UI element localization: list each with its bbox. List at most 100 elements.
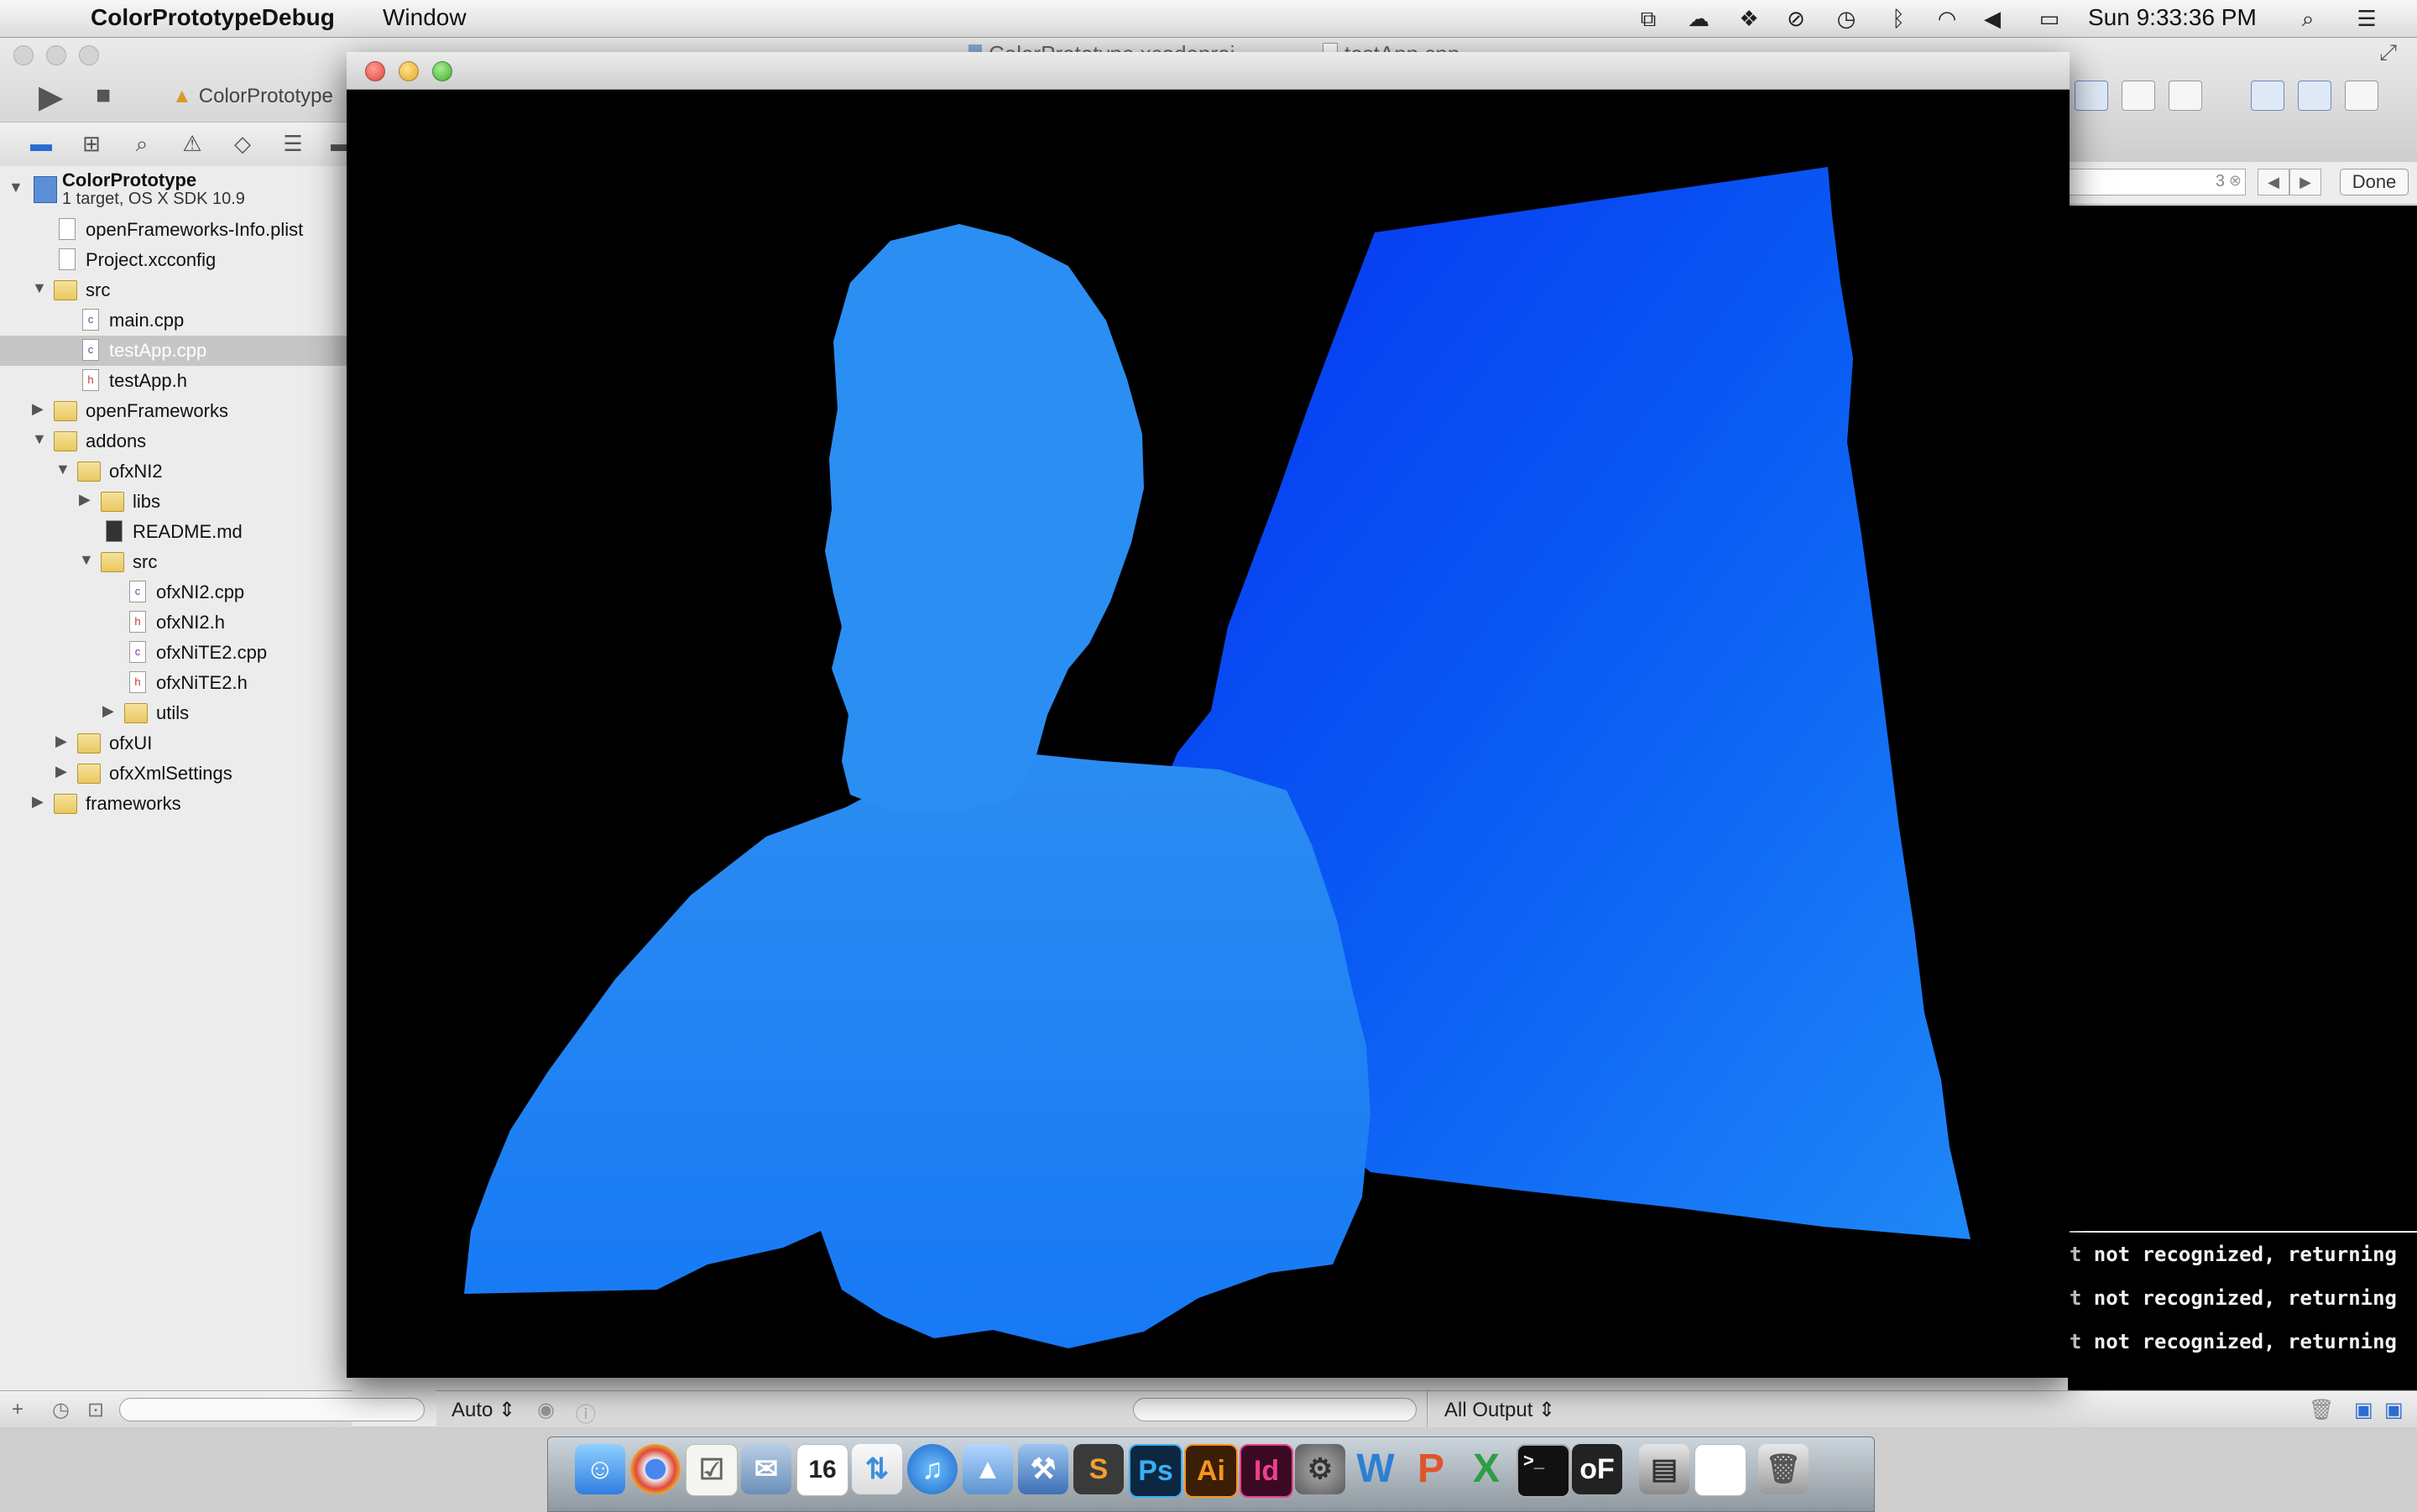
- file-row[interactable]: openFrameworks-Info.plist: [0, 215, 352, 245]
- word-dock-icon[interactable]: W: [1350, 1444, 1401, 1494]
- file-row-selected[interactable]: c testApp.cpp: [0, 336, 352, 366]
- group-row[interactable]: ▼ ofxNI2: [0, 456, 352, 487]
- system-preferences-dock-icon[interactable]: ⚙: [1295, 1444, 1345, 1494]
- version-editor-button[interactable]: [2169, 81, 2202, 111]
- file-row[interactable]: c main.cpp: [0, 305, 352, 336]
- creative-cloud-icon[interactable]: ☁: [1687, 7, 1710, 30]
- finder-dock-icon[interactable]: ☺: [575, 1444, 625, 1494]
- openframeworks-debug-dock-icon[interactable]: oF: [1572, 1444, 1622, 1494]
- screen-capture-icon[interactable]: ⧉: [1637, 7, 1660, 30]
- standard-editor-button[interactable]: [2075, 81, 2108, 111]
- scanner-dock-icon[interactable]: ▤: [1639, 1444, 1689, 1494]
- find-input[interactable]: 3 ⊗: [2068, 169, 2246, 196]
- navigator-filter-input[interactable]: [119, 1398, 425, 1421]
- fullscreen-icon[interactable]: ⤢: [2379, 39, 2397, 66]
- disclosure-closed-icon[interactable]: ▶: [102, 703, 117, 718]
- clear-console-icon[interactable]: 🗑: [2309, 1398, 2334, 1422]
- issue-navigator-icon[interactable]: ⚠: [180, 131, 205, 156]
- disclosure-open-icon[interactable]: ▼: [32, 431, 47, 446]
- toggle-debug-area-button[interactable]: [2298, 81, 2331, 111]
- reminders-dock-icon[interactable]: ☑: [686, 1444, 738, 1496]
- group-row[interactable]: ▶ ofxXmlSettings: [0, 759, 352, 789]
- recent-files-icon[interactable]: ◷: [52, 1398, 70, 1422]
- calendar-dock-icon[interactable]: 16: [796, 1444, 848, 1496]
- debug-console[interactable]: rmat not recognized, returning rmat not …: [2033, 1231, 2417, 1392]
- file-row[interactable]: c ofxNiTE2.cpp: [0, 638, 352, 668]
- symbol-navigator-icon[interactable]: ⊞: [79, 131, 104, 156]
- scheme-selector[interactable]: ▲ ColorPrototype: [172, 85, 333, 108]
- print-description-icon[interactable]: ⓘ: [576, 1398, 596, 1427]
- wifi-icon[interactable]: ◠: [1935, 7, 1959, 30]
- group-row[interactable]: ▼ src: [0, 275, 352, 305]
- group-row[interactable]: ▶ utils: [0, 698, 352, 728]
- find-navigator-icon[interactable]: ⌕: [129, 131, 154, 156]
- group-row[interactable]: ▼ src: [0, 547, 352, 577]
- app-minimize-button[interactable]: [399, 61, 419, 81]
- volume-icon[interactable]: ◀: [1981, 7, 2004, 30]
- xcode-close-button[interactable]: [13, 45, 34, 65]
- terminal-dock-icon[interactable]: >_: [1516, 1444, 1570, 1498]
- find-previous-button[interactable]: ◀: [2258, 169, 2289, 196]
- dropbox-icon[interactable]: ❖: [1737, 7, 1761, 30]
- group-row[interactable]: ▶ frameworks: [0, 789, 352, 819]
- disclosure-closed-icon[interactable]: ▶: [32, 794, 47, 809]
- keynote-dock-icon[interactable]: ▲: [963, 1444, 1013, 1494]
- toggle-utilities-button[interactable]: [2345, 81, 2378, 111]
- depth-point-cloud-view[interactable]: [347, 90, 2070, 1378]
- stop-button[interactable]: ■: [96, 81, 111, 110]
- project-root[interactable]: ▼ ColorPrototype 1 target, OS X SDK 10.9: [0, 166, 352, 216]
- variables-filter-input[interactable]: [1133, 1398, 1417, 1421]
- run-button[interactable]: ▶: [39, 78, 63, 116]
- unsaved-files-icon[interactable]: ⊡: [87, 1398, 104, 1422]
- find-next-button[interactable]: ▶: [2289, 169, 2321, 196]
- show-variables-view-icon[interactable]: ▣: [2354, 1398, 2373, 1422]
- disclosure-open-icon[interactable]: ▼: [55, 461, 70, 477]
- xcode-zoom-button[interactable]: [79, 45, 99, 65]
- quick-look-icon[interactable]: ◉: [537, 1398, 555, 1422]
- transmit-dock-icon[interactable]: ⇅: [852, 1444, 902, 1494]
- window-menu[interactable]: Window: [383, 4, 467, 31]
- file-row[interactable]: h ofxNI2.h: [0, 607, 352, 638]
- code-editor[interactable]: [2068, 206, 2417, 1231]
- notification-center-icon[interactable]: ☰: [2355, 7, 2378, 30]
- group-row[interactable]: ▶ ofxUI: [0, 728, 352, 759]
- sublime-dock-icon[interactable]: S: [1073, 1444, 1124, 1494]
- xcode-dock-icon[interactable]: ⚒: [1018, 1444, 1068, 1494]
- disclosure-closed-icon[interactable]: ▶: [79, 492, 94, 507]
- app-menu[interactable]: ColorPrototypeDebug: [91, 4, 335, 31]
- file-row[interactable]: README.md: [0, 517, 352, 547]
- clear-search-icon[interactable]: ⊗: [2229, 172, 2242, 190]
- powerpoint-dock-icon[interactable]: P: [1406, 1444, 1456, 1494]
- document-dock-icon[interactable]: [1694, 1444, 1746, 1496]
- group-row[interactable]: ▼ addons: [0, 426, 352, 456]
- menu-clock[interactable]: Sun 9:33:36 PM: [2088, 4, 2257, 31]
- group-row[interactable]: ▶ openFrameworks: [0, 396, 352, 426]
- file-row[interactable]: h ofxNiTE2.h: [0, 668, 352, 698]
- assistant-editor-button[interactable]: [2122, 81, 2155, 111]
- app-close-button[interactable]: [365, 61, 385, 81]
- output-mode-select[interactable]: All Output ⇕: [1444, 1398, 1555, 1422]
- file-row[interactable]: c ofxNI2.cpp: [0, 577, 352, 607]
- illustrator-dock-icon[interactable]: Ai: [1184, 1444, 1238, 1498]
- app-zoom-button[interactable]: [432, 61, 452, 81]
- battery-icon[interactable]: ▭: [2031, 7, 2068, 30]
- show-console-icon[interactable]: ▣: [2384, 1398, 2404, 1422]
- photoshop-dock-icon[interactable]: Ps: [1129, 1444, 1182, 1498]
- time-machine-icon[interactable]: ◷: [1835, 7, 1858, 30]
- disclosure-open-icon[interactable]: ▼: [79, 552, 94, 567]
- file-row[interactable]: h testApp.h: [0, 366, 352, 396]
- itunes-dock-icon[interactable]: ♫: [907, 1444, 958, 1494]
- disclosure-open-icon[interactable]: ▼: [32, 280, 47, 295]
- group-row[interactable]: ▶ libs: [0, 487, 352, 517]
- app-window-titlebar[interactable]: [347, 52, 2070, 90]
- disclosure-open-icon[interactable]: ▼: [8, 180, 23, 195]
- toggle-navigator-button[interactable]: [2251, 81, 2284, 111]
- excel-dock-icon[interactable]: X: [1461, 1444, 1511, 1494]
- project-navigator-icon[interactable]: ▬: [29, 131, 54, 156]
- xcode-minimize-button[interactable]: [46, 45, 66, 65]
- preview-dock-icon[interactable]: ✉: [741, 1444, 791, 1494]
- add-file-icon[interactable]: +: [12, 1398, 23, 1421]
- trash-dock-icon[interactable]: 🗑: [1758, 1444, 1809, 1494]
- find-done-button[interactable]: Done: [2340, 169, 2409, 196]
- disclosure-closed-icon[interactable]: ▶: [32, 401, 47, 416]
